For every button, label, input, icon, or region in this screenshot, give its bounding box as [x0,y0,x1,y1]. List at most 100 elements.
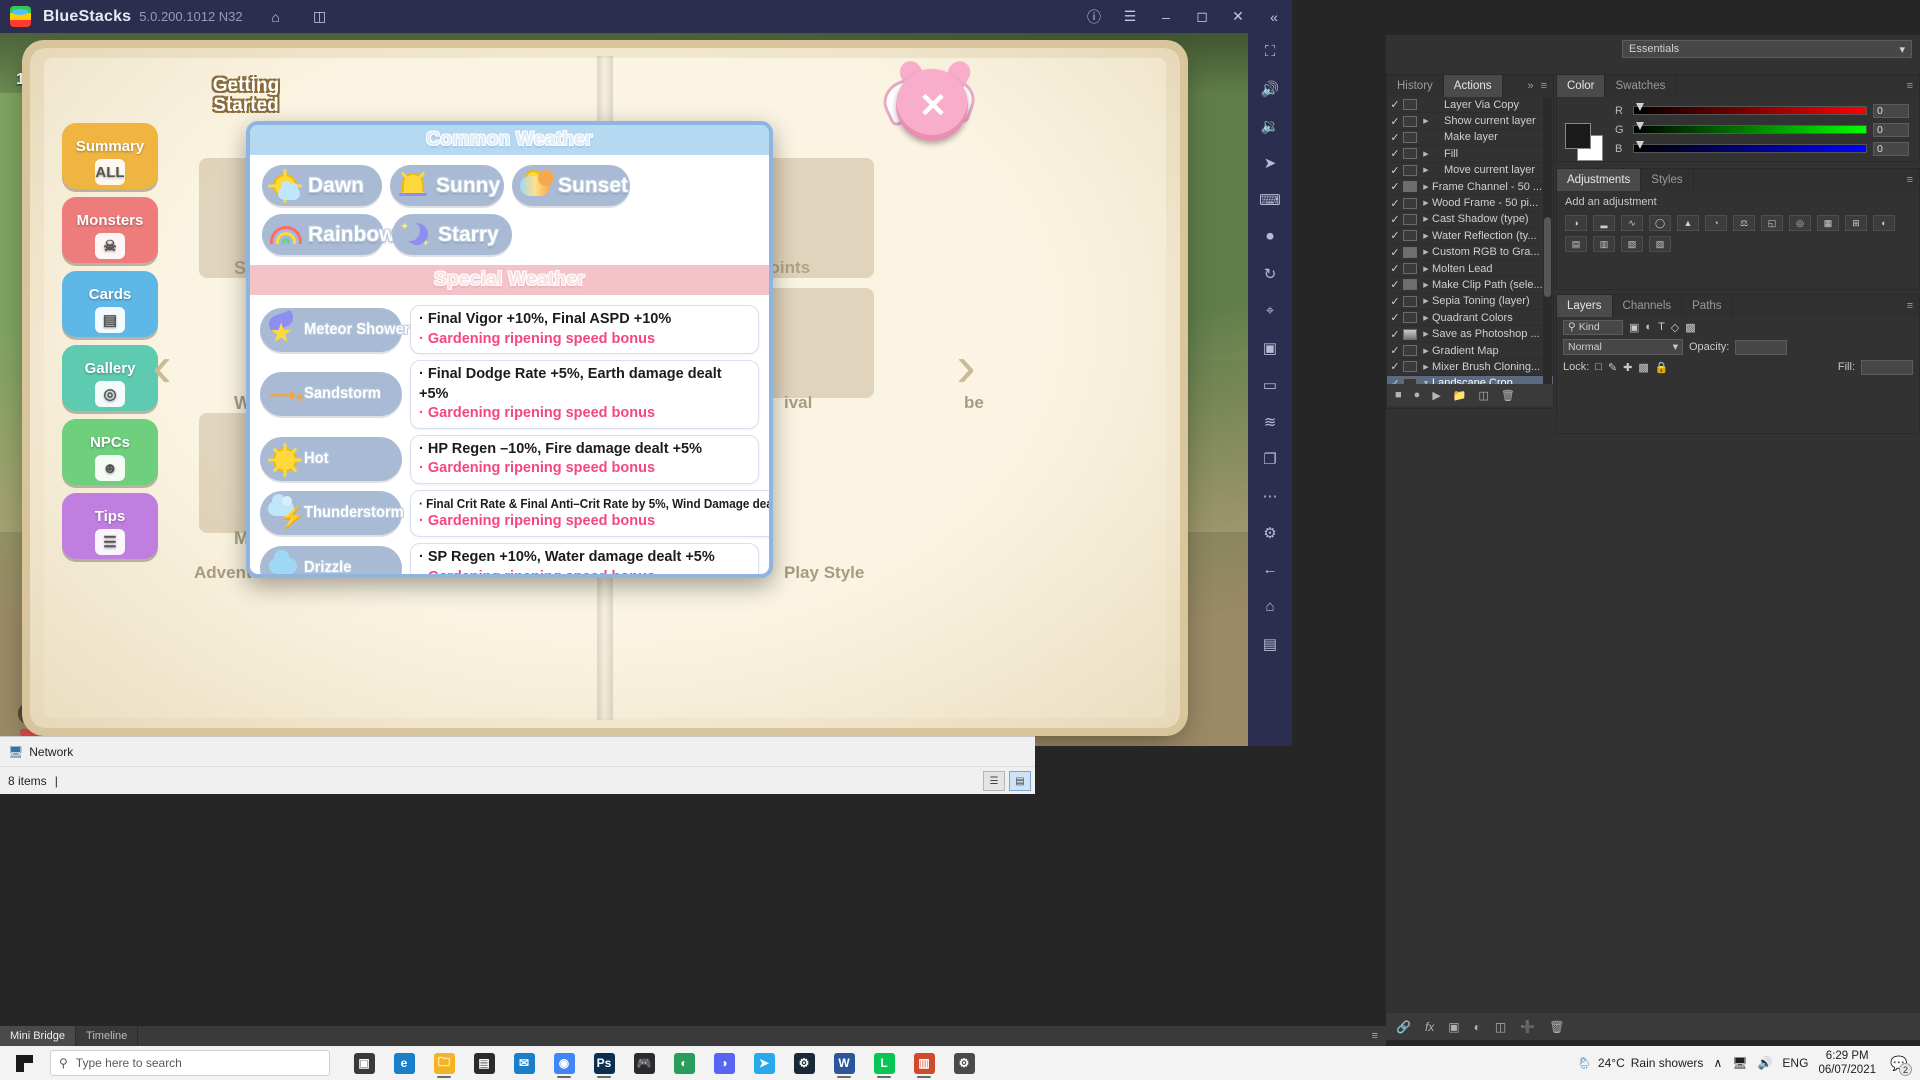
action-row[interactable]: ✓ ▶ Wood Frame - 50 pi... [1387,195,1553,212]
collapse-chevrons-icon[interactable]: » [1527,80,1533,92]
game-controller-icon[interactable]: 🎮 [624,1046,664,1080]
action-dialog-toggle[interactable] [1403,328,1417,340]
group-icon[interactable]: ◫ [1495,1020,1506,1034]
action-row[interactable]: ✓ ▶ Make Clip Path (sele... [1387,277,1553,294]
action-enabled-checkbox[interactable]: ✓ [1387,164,1403,177]
action-expand-icon[interactable]: ▶ [1420,297,1432,305]
action-expand-icon[interactable]: ▶ [1420,150,1432,158]
prev-page-button[interactable]: ‹ [140,328,184,406]
handbook-tab-monsters[interactable]: Monsters ☠ [62,197,158,263]
slider-thumb-r[interactable] [1636,103,1644,118]
special-weather-sandstorm[interactable]: ⟶⤶ Sandstorm [260,372,402,417]
posterize-icon[interactable]: ▤ [1565,236,1587,252]
action-enabled-checkbox[interactable]: ✓ [1387,344,1403,357]
action-dialog-toggle[interactable] [1403,279,1417,291]
shake-icon[interactable]: ≋ [1248,403,1292,440]
next-page-button[interactable]: › [944,328,988,406]
lock-artboard-icon[interactable]: ▩ [1638,361,1648,374]
trash-icon[interactable]: 🗑 [1549,1020,1564,1034]
rotate-icon[interactable]: ↻ [1248,255,1292,292]
details-view-icon[interactable]: ▤ [1009,771,1031,791]
keyboard-icon[interactable]: ⌨ [1248,181,1292,218]
common-weather-rainbow[interactable]: Rainbow [262,214,396,255]
collapse-icon[interactable]: « [1256,0,1292,33]
getting-started-banner[interactable]: Getting Started [196,68,296,128]
action-row[interactable]: ✓ ▶ Show current layer [1387,113,1553,130]
fill-input[interactable] [1861,359,1913,375]
action-expand-icon[interactable]: ▶ [1420,248,1432,256]
steam-icon[interactable]: ⚙ [784,1046,824,1080]
help-icon[interactable]: ⓘ [1076,0,1112,33]
delete-icon[interactable]: 🗑 [1501,389,1515,402]
action-enabled-checkbox[interactable]: ✓ [1387,246,1403,259]
panel-menu-icon[interactable]: ≡ [1907,80,1913,92]
action-enabled-checkbox[interactable]: ✓ [1387,229,1403,242]
volume-down-icon[interactable]: 🔉 [1248,107,1292,144]
lock-image-icon[interactable]: ✎ [1608,361,1617,374]
tab-history[interactable]: History [1387,75,1444,97]
lock-all-icon[interactable]: 🔒 [1655,361,1669,374]
action-dialog-toggle[interactable] [1403,345,1417,357]
multi-window-icon[interactable]: ❐ [1248,440,1292,477]
action-expand-icon[interactable]: ▶ [1420,166,1432,174]
clock[interactable]: 6:29 PM 06/07/2021 [1818,1049,1876,1077]
action-expand-icon[interactable]: ▶ [1420,199,1432,207]
fullscreen-icon[interactable]: ⛶ [1248,33,1292,70]
threshold-icon[interactable]: ▥ [1593,236,1615,252]
action-expand-icon[interactable]: ▼ [1420,380,1432,384]
actions-scrollbar-thumb[interactable] [1544,217,1551,297]
channel-value-b[interactable]: 0 [1873,141,1909,156]
blend-mode-select[interactable]: Normal ▾ [1563,339,1683,355]
action-enabled-checkbox[interactable]: ✓ [1387,328,1403,341]
action-enabled-checkbox[interactable]: ✓ [1387,131,1403,144]
action-row[interactable]: ✓ ▶ Water Reflection (ty... [1387,228,1553,245]
action-expand-icon[interactable]: ▶ [1420,117,1432,125]
more-icon[interactable]: ⋯ [1248,477,1292,514]
new-layer-icon[interactable]: ➕ [1520,1020,1535,1034]
folder-icon[interactable]: ▭ [1248,366,1292,403]
actions-scrollbar[interactable] [1543,97,1552,384]
lock-transparent-icon[interactable]: □ [1595,361,1602,373]
action-expand-icon[interactable]: ▶ [1420,281,1432,289]
action-dialog-toggle[interactable] [1403,361,1417,373]
action-dialog-toggle[interactable] [1403,164,1417,176]
action-dialog-toggle[interactable] [1403,131,1417,143]
common-weather-sunset[interactable]: Sunset [512,165,630,206]
list-view-icon[interactable]: ☰ [983,771,1005,791]
tab-styles[interactable]: Styles [1641,169,1694,191]
tab-mini-bridge[interactable]: Mini Bridge [0,1026,77,1046]
action-row[interactable]: ✓ ▶ Mixer Brush Cloning... [1387,359,1553,376]
mail-icon[interactable]: ✉ [504,1046,544,1080]
tab-paths[interactable]: Paths [1682,295,1733,317]
channel-mixer-icon[interactable]: ▦ [1817,215,1839,231]
lock-position-icon[interactable]: ✚ [1623,361,1632,374]
google-chrome-icon[interactable]: ◉ [544,1046,584,1080]
action-dialog-toggle[interactable] [1403,213,1417,225]
selective-color-icon[interactable]: ▨ [1649,236,1671,252]
action-row[interactable]: ✓ ▶ Frame Channel - 50 ... [1387,179,1553,196]
language-indicator[interactable]: ENG [1782,1056,1808,1070]
kind-filter-select[interactable]: ⚲ Kind [1563,319,1623,335]
action-enabled-checkbox[interactable]: ✓ [1387,197,1403,210]
action-expand-icon[interactable]: ▶ [1420,314,1432,322]
panel-menu-icon[interactable]: ≡ [1372,1030,1378,1042]
color-slider-g[interactable]: G 0 [1609,120,1915,139]
shape-icon[interactable]: ◇ [1671,321,1679,334]
type-icon[interactable]: T [1658,321,1665,333]
brightness-contrast-icon[interactable]: ◑ [1565,215,1587,231]
action-enabled-checkbox[interactable]: ✓ [1387,278,1403,291]
action-enabled-checkbox[interactable]: ✓ [1387,262,1403,275]
channel-value-r[interactable]: 0 [1873,103,1909,118]
action-enabled-checkbox[interactable]: ✓ [1387,295,1403,308]
screenshot-icon[interactable]: ▣ [1248,329,1292,366]
action-enabled-checkbox[interactable]: ✓ [1387,147,1403,160]
windows-start-icon[interactable] [0,1046,48,1080]
action-row[interactable]: ✓ ▼ Landscape Crop [1387,375,1553,384]
close-icon[interactable]: ✕ [1220,0,1256,33]
black-white-icon[interactable]: ◱ [1761,215,1783,231]
action-expand-icon[interactable]: ▶ [1420,232,1432,240]
special-weather-hot[interactable]: Hot [260,437,402,482]
tab-swatches[interactable]: Swatches [1605,75,1677,97]
panel-menu-icon[interactable]: ≡ [1907,300,1913,312]
action-dialog-toggle[interactable] [1403,230,1417,242]
